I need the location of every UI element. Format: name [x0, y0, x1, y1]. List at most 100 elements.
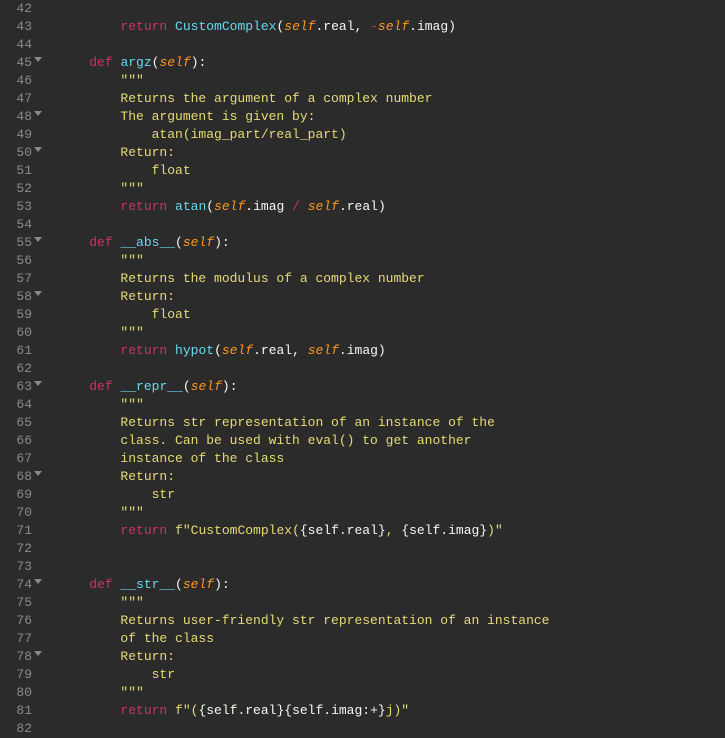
fold-toggle-icon[interactable] [34, 381, 42, 386]
code-line[interactable]: def __abs__(self): [58, 234, 725, 252]
line-number: 43 [10, 18, 32, 36]
code-line[interactable] [58, 558, 725, 576]
line-number-gutter: 4243444546474849505152535455565758596061… [0, 0, 40, 727]
token-txt: .real) [339, 199, 386, 214]
fold-toggle-icon[interactable] [34, 579, 42, 584]
token-str: """ [58, 181, 144, 196]
line-number: 70 [10, 504, 32, 522]
token-str: """ [120, 595, 143, 610]
fold-toggle-icon[interactable] [34, 147, 42, 152]
line-number: 55 [10, 234, 32, 252]
token-txt [58, 199, 120, 214]
code-line[interactable] [58, 540, 725, 558]
code-line[interactable]: Returns the modulus of a complex number [58, 270, 725, 288]
code-line[interactable]: """ [58, 684, 725, 702]
code-line[interactable]: Returns the argument of a complex number [58, 90, 725, 108]
token-kw: return [120, 523, 167, 538]
code-line[interactable]: Return: [58, 468, 725, 486]
token-str: )" [487, 523, 503, 538]
line-number: 77 [10, 630, 32, 648]
code-line[interactable]: """ [58, 594, 725, 612]
line-number: 44 [10, 36, 32, 54]
code-line[interactable]: atan(imag_part/real_part) [58, 126, 725, 144]
code-line[interactable]: Return: [58, 648, 725, 666]
code-line[interactable]: """ [58, 396, 725, 414]
token-txt [167, 703, 175, 718]
code-line[interactable]: def __str__(self): [58, 576, 725, 594]
token-str: Returns user-friendly str representation… [58, 613, 549, 628]
code-line[interactable] [58, 720, 725, 738]
code-line[interactable]: Return: [58, 288, 725, 306]
code-editor[interactable]: 4243444546474849505152535455565758596061… [0, 0, 725, 727]
token-punct: ( [175, 235, 183, 250]
line-number: 45 [10, 54, 32, 72]
token-txt: .real, [253, 343, 308, 358]
token-self: self [308, 343, 339, 358]
code-line[interactable]: return hypot(self.real, self.imag) [58, 342, 725, 360]
token-fn: atan [175, 199, 206, 214]
code-line[interactable]: str [58, 666, 725, 684]
token-def: def [89, 379, 112, 394]
code-area[interactable]: return CustomComplex(self.real, -self.im… [40, 0, 725, 727]
token-str: """ [120, 253, 143, 268]
token-self: self [159, 55, 190, 70]
line-number: 56 [10, 252, 32, 270]
code-line[interactable]: str [58, 486, 725, 504]
code-line[interactable]: return CustomComplex(self.real, -self.im… [58, 18, 725, 36]
code-line[interactable] [58, 0, 725, 18]
token-str: """ [58, 685, 144, 700]
line-number: 60 [10, 324, 32, 342]
token-self: self [378, 19, 409, 34]
code-line[interactable] [58, 36, 725, 54]
token-txt [58, 703, 120, 718]
code-line[interactable] [58, 360, 725, 378]
code-line[interactable]: Returns user-friendly str representation… [58, 612, 725, 630]
code-line[interactable]: """ [58, 324, 725, 342]
code-line[interactable]: instance of the class [58, 450, 725, 468]
fold-toggle-icon[interactable] [34, 237, 42, 242]
code-line[interactable]: Returns str representation of an instanc… [58, 414, 725, 432]
code-line[interactable]: """ [58, 252, 725, 270]
token-txt [58, 577, 89, 592]
token-txt: ): [191, 55, 207, 70]
code-line[interactable]: float [58, 306, 725, 324]
token-punct: ( [175, 577, 183, 592]
token-fn: hypot [175, 343, 214, 358]
code-line[interactable]: float [58, 162, 725, 180]
token-op: / [292, 199, 300, 214]
code-line[interactable]: return atan(self.imag / self.real) [58, 198, 725, 216]
fold-toggle-icon[interactable] [34, 57, 42, 62]
code-line[interactable]: The argument is given by: [58, 108, 725, 126]
token-op: - [370, 19, 378, 34]
line-number: 57 [10, 270, 32, 288]
code-line[interactable]: return f"({self.real}{self.imag:+}j)" [58, 702, 725, 720]
line-number: 80 [10, 684, 32, 702]
fold-toggle-icon[interactable] [34, 291, 42, 296]
code-line[interactable]: return f"CustomComplex({self.real}, {sel… [58, 522, 725, 540]
code-line[interactable] [58, 216, 725, 234]
token-fn2: argz [120, 55, 151, 70]
fold-toggle-icon[interactable] [34, 651, 42, 656]
line-number: 54 [10, 216, 32, 234]
token-txt [167, 19, 175, 34]
code-line[interactable]: """ [58, 72, 725, 90]
code-line[interactable]: """ [58, 180, 725, 198]
fold-toggle-icon[interactable] [34, 111, 42, 116]
code-line[interactable]: Return: [58, 144, 725, 162]
line-number: 63 [10, 378, 32, 396]
token-str: , [386, 523, 402, 538]
line-number: 72 [10, 540, 32, 558]
code-line[interactable]: of the class [58, 630, 725, 648]
token-self: self [214, 199, 245, 214]
code-line[interactable]: class. Can be used with eval() to get an… [58, 432, 725, 450]
token-txt: {self.real} [300, 523, 386, 538]
token-str: of the class [58, 631, 214, 646]
code-line[interactable]: def argz(self): [58, 54, 725, 72]
token-def: def [89, 55, 112, 70]
fold-toggle-icon[interactable] [34, 471, 42, 476]
line-number: 78 [10, 648, 32, 666]
code-line[interactable]: """ [58, 504, 725, 522]
code-line[interactable]: def __repr__(self): [58, 378, 725, 396]
token-self: self [284, 19, 315, 34]
token-str: str [58, 487, 175, 502]
